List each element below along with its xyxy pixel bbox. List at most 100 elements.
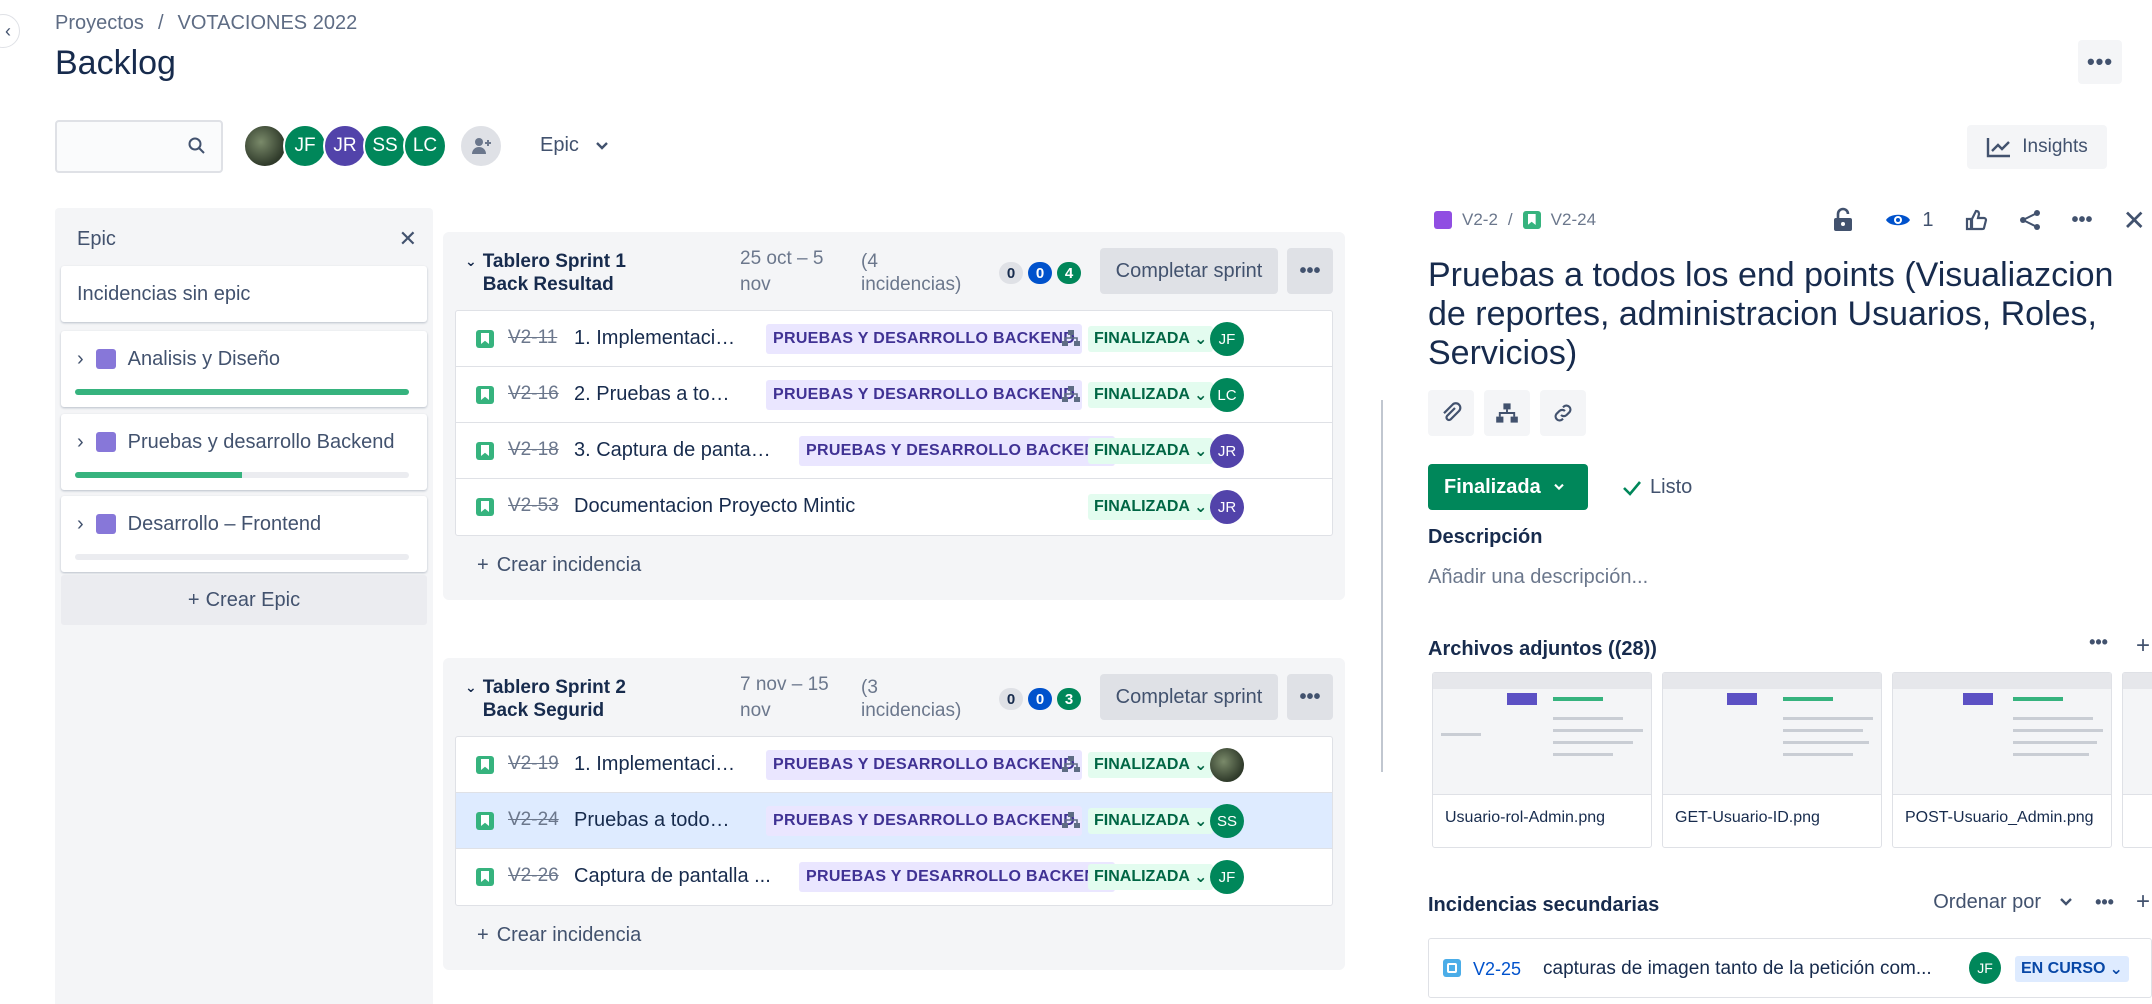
assignee-avatar[interactable]: JF (1210, 322, 1244, 356)
chevron-down-icon[interactable]: ⌄ (465, 250, 477, 296)
collapse-sidebar-button[interactable]: ‹ (0, 14, 20, 48)
epic-item-frontend[interactable]: › Desarrollo – Frontend (61, 496, 427, 572)
epic-tag[interactable]: PRUEBAS Y DESARROLLO BACKEND (766, 380, 1083, 410)
status-dropdown[interactable]: FINALIZADA ⌄ (1088, 438, 1214, 464)
child-issues-icon (1062, 386, 1080, 402)
status-dropdown[interactable]: FINALIZADA ⌄ (1088, 494, 1214, 520)
epic-tag[interactable]: PRUEBAS Y DESARROLLO BACKEND (799, 862, 1116, 892)
attachment-thumbnail-partial[interactable] (2122, 672, 2152, 848)
chart-line-icon (1987, 138, 2011, 158)
complete-sprint-button[interactable]: Completar sprint (1100, 248, 1278, 294)
attachment-thumbnail[interactable]: GET-Usuario-ID.png (1662, 672, 1882, 848)
assignee-avatar[interactable]: JR (1210, 490, 1244, 524)
chevron-down-icon[interactable]: ⌄ (465, 676, 477, 722)
complete-sprint-button[interactable]: Completar sprint (1100, 674, 1278, 720)
create-epic-button[interactable]: + Crear Epic (61, 575, 427, 625)
epic-tag[interactable]: PRUEBAS Y DESARROLLO BACKEND (766, 324, 1083, 354)
assignee-avatar[interactable]: SS (1210, 804, 1244, 838)
chevron-right-icon[interactable]: › (77, 348, 84, 371)
add-child-issue-button[interactable] (1484, 390, 1530, 436)
create-issue-button[interactable]: + Crear incidencia (443, 536, 1345, 594)
chevron-right-icon[interactable]: › (77, 431, 84, 454)
thumbs-up-icon[interactable] (1964, 208, 1988, 232)
sprint-more-button[interactable]: ••• (1287, 248, 1333, 294)
search-input[interactable] (57, 122, 177, 171)
subtask-assignee-avatar[interactable]: JF (1969, 952, 2001, 984)
parent-issue-key[interactable]: V2-2 (1462, 210, 1498, 230)
sprint-title[interactable]: ⌄ Tablero Sprint 1 Back Resultad (465, 250, 673, 296)
watch-button[interactable]: 1 (1884, 209, 1934, 232)
epic-tag[interactable]: PRUEBAS Y DESARROLLO BACKEND (766, 750, 1083, 780)
avatar-photo[interactable] (243, 124, 287, 168)
order-by-dropdown[interactable]: Ordenar por (1933, 891, 2073, 914)
child-issues-icon (1062, 756, 1080, 772)
assignee-avatar[interactable] (1210, 748, 1244, 782)
plus-icon[interactable]: + (2136, 888, 2150, 916)
epic-item-analisis[interactable]: › Analisis y Diseño (61, 331, 427, 407)
issue-row[interactable]: V2-19 1. Implementació... PRUEBAS Y DESA… (456, 737, 1332, 793)
create-issue-button[interactable]: + Crear incidencia (443, 906, 1345, 964)
issue-row[interactable]: V2-16 2. Pruebas a todo... PRUEBAS Y DES… (456, 367, 1332, 423)
attach-button[interactable] (1428, 390, 1474, 436)
assignee-avatar[interactable]: LC (1210, 378, 1244, 412)
epic-item-no-epic[interactable]: Incidencias sin epic (61, 266, 427, 322)
issue-row[interactable]: V2-11 1. Implementació... PRUEBAS Y DESA… (456, 311, 1332, 367)
assignee-avatar[interactable]: JR (1210, 434, 1244, 468)
attachment-thumbnail[interactable]: POST-Usuario_Admin.png (1892, 672, 2112, 848)
subtask-row[interactable]: V2-25 capturas de imagen tanto de la pet… (1428, 938, 2152, 998)
avatar-lc[interactable]: LC (403, 124, 447, 168)
share-icon[interactable] (2018, 208, 2042, 232)
epic-item-pruebas-backend[interactable]: › Pruebas y desarrollo Backend (61, 414, 427, 490)
issue-key[interactable]: V2-24 (1551, 210, 1596, 230)
issue-key[interactable]: V2-18 (508, 439, 559, 461)
plus-icon[interactable]: + (2136, 632, 2150, 660)
issue-row[interactable]: V2-26 Captura de pantalla ... PRUEBAS Y … (456, 849, 1332, 905)
insights-button[interactable]: Insights (1967, 125, 2107, 169)
sprint-title[interactable]: ⌄ Tablero Sprint 2 Back Segurid (465, 676, 673, 722)
status-transition-button[interactable]: Finalizada (1428, 464, 1588, 510)
attachment-thumbnail[interactable]: Usuario-rol-Admin.png (1432, 672, 1652, 848)
issue-key[interactable]: V2-11 (508, 327, 557, 349)
chevron-right-icon[interactable]: › (77, 513, 84, 536)
issue-row[interactable]: V2-18 3. Captura de pantall... PRUEBAS Y… (456, 423, 1332, 479)
issue-row-selected[interactable]: V2-24 Pruebas a todos l... PRUEBAS Y DES… (456, 793, 1332, 849)
sprint-more-button[interactable]: ••• (1287, 674, 1333, 720)
issue-title[interactable]: Pruebas a todos los end points (Visualia… (1428, 256, 2148, 373)
breadcrumb-project[interactable]: VOTACIONES 2022 (178, 12, 358, 35)
status-dropdown[interactable]: FINALIZADA ⌄ (1088, 808, 1214, 834)
status-dropdown[interactable]: FINALIZADA ⌄ (1088, 382, 1214, 408)
more-icon[interactable]: ••• (2095, 892, 2114, 913)
more-icon[interactable]: ••• (2089, 632, 2108, 660)
link-issue-button[interactable] (1540, 390, 1586, 436)
add-people-button[interactable] (459, 124, 503, 168)
panel-resize-handle[interactable] (1381, 400, 1383, 772)
status-dropdown[interactable]: FINALIZADA ⌄ (1088, 864, 1214, 890)
issue-key[interactable]: V2-19 (508, 753, 559, 775)
search-field[interactable] (55, 120, 223, 173)
subtask-key[interactable]: V2-25 (1473, 959, 1521, 980)
close-icon[interactable]: ✕ (2123, 204, 2146, 237)
epic-filter-dropdown[interactable]: Epic (540, 134, 609, 157)
status-dropdown[interactable]: FINALIZADA ⌄ (1088, 326, 1214, 352)
issue-row[interactable]: V2-53 Documentacion Proyecto Mintic FINA… (456, 479, 1332, 535)
sprint-title-text: Tablero Sprint 2 Back Segurid (482, 677, 626, 721)
epic-tag[interactable]: PRUEBAS Y DESARROLLO BACKEND (766, 806, 1083, 836)
avatar-jf[interactable]: JF (283, 124, 327, 168)
assignee-avatar[interactable]: JF (1210, 860, 1244, 894)
subtask-status-dropdown[interactable]: EN CURSO ⌄ (2015, 956, 2129, 982)
close-icon[interactable]: ✕ (399, 226, 417, 252)
page-more-button[interactable]: ••• (2078, 40, 2122, 84)
issue-key[interactable]: V2-26 (508, 865, 559, 887)
description-field[interactable]: Añadir una descripción... (1428, 566, 1648, 589)
sprint-1: ⌄ Tablero Sprint 1 Back Resultad 25 oct … (443, 232, 1345, 600)
more-icon[interactable]: ••• (2072, 209, 2093, 232)
status-dropdown[interactable]: FINALIZADA ⌄ (1088, 752, 1214, 778)
epic-tag[interactable]: PRUEBAS Y DESARROLLO BACKEND (799, 436, 1116, 466)
lock-icon[interactable] (1832, 207, 1854, 233)
avatar-jr[interactable]: JR (323, 124, 367, 168)
issue-key[interactable]: V2-53 (508, 495, 559, 517)
breadcrumb-projects[interactable]: Proyectos (55, 12, 144, 35)
avatar-ss[interactable]: SS (363, 124, 407, 168)
issue-key[interactable]: V2-24 (508, 809, 559, 831)
issue-key[interactable]: V2-16 (508, 383, 559, 405)
